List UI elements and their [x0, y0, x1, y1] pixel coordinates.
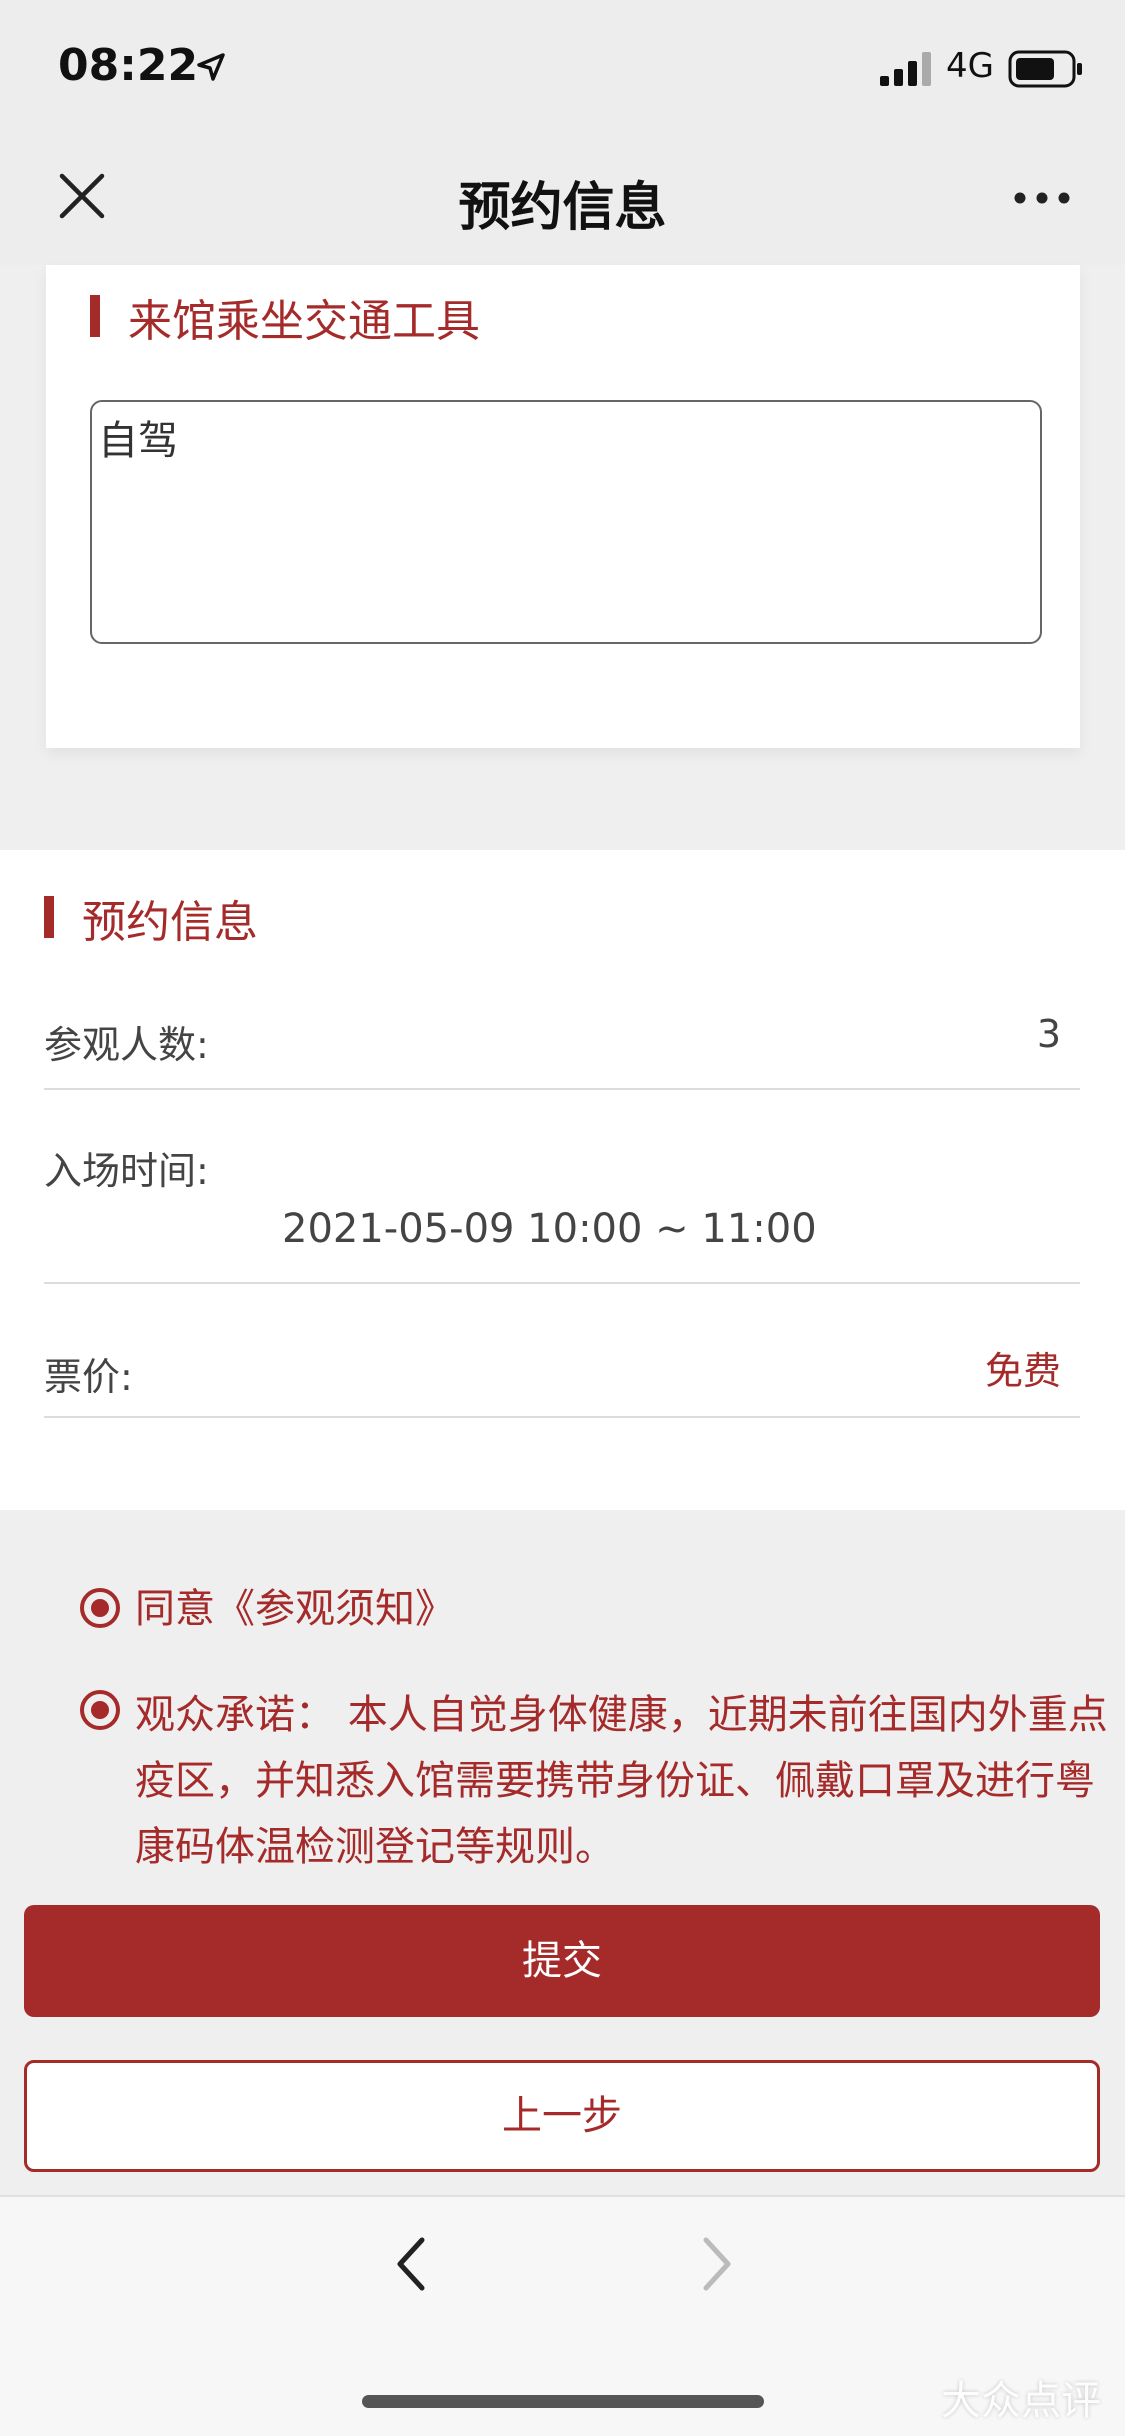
- reservation-section-title: 预约信息: [82, 897, 258, 948]
- transport-section-title: 来馆乘坐交通工具: [128, 296, 480, 347]
- transport-textarea[interactable]: 自驾: [90, 400, 1042, 644]
- chevron-right-icon[interactable]: [696, 2236, 736, 2292]
- chevron-left-icon[interactable]: [392, 2236, 432, 2292]
- promise-text: 观众承诺： 本人自觉身体健康，近期未前往国内外重点疫区，并知悉入馆需要携带身份证…: [135, 1692, 1108, 1870]
- signal-icon: [880, 52, 931, 86]
- transport-card: 来馆乘坐交通工具 自驾: [46, 265, 1080, 748]
- network-label: 4G: [946, 46, 994, 86]
- price-value: 免费: [984, 1349, 1061, 1393]
- section-marker: [90, 295, 100, 337]
- submit-button[interactable]: 提交: [24, 1905, 1100, 2017]
- more-icon[interactable]: [1012, 190, 1072, 206]
- battery-icon: [1008, 50, 1082, 88]
- location-arrow-icon: [197, 53, 225, 81]
- page-title: 预约信息: [458, 178, 667, 238]
- entry-time-value: 2021-05-09 10:00 ~ 11:00: [282, 1206, 817, 1252]
- divider: [44, 1416, 1080, 1418]
- section-marker: [44, 896, 54, 938]
- transport-value: 自驾: [98, 418, 178, 464]
- previous-step-button[interactable]: 上一步: [24, 2060, 1100, 2172]
- agree-notice-label[interactable]: 同意《参观须知》: [135, 1576, 455, 1642]
- divider: [44, 1088, 1080, 1090]
- reservation-card: 预约信息 参观人数: 3 入场时间: 2021-05-09 10:00 ~ 11…: [0, 850, 1125, 1510]
- agree-notice-radio[interactable]: [80, 1588, 120, 1628]
- price-label: 票价:: [44, 1355, 133, 1399]
- visitors-label: 参观人数:: [44, 1023, 209, 1067]
- promise-radio[interactable]: [80, 1690, 120, 1730]
- divider: [44, 1282, 1080, 1284]
- home-indicator: [362, 2395, 764, 2408]
- entry-time-label: 入场时间:: [44, 1149, 209, 1193]
- watermark: 大众点评: [941, 2378, 1101, 2424]
- visitors-value: 3: [1036, 1012, 1061, 1056]
- status-time: 08:22: [58, 40, 199, 91]
